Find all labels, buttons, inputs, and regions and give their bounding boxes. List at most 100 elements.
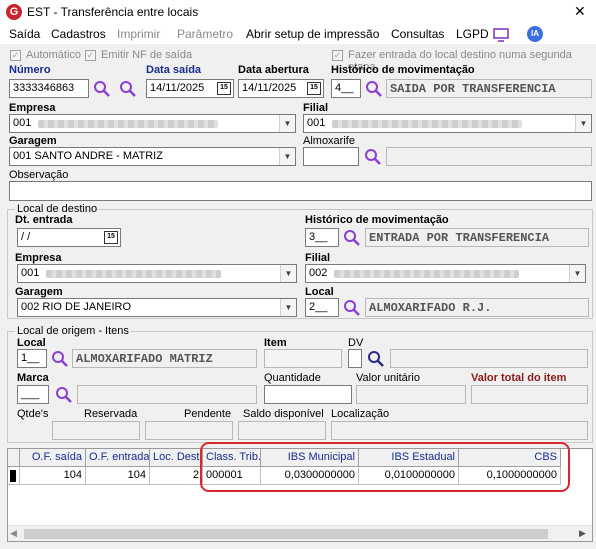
search-dest-local-icon[interactable] bbox=[343, 299, 361, 317]
scrollbar-thumb[interactable] bbox=[24, 529, 548, 539]
menu-parametro[interactable]: Parâmetro bbox=[177, 27, 233, 41]
search-dest-historico-icon[interactable] bbox=[343, 229, 361, 247]
marca-label: Marca bbox=[17, 372, 49, 384]
calendar-icon[interactable]: 15 bbox=[104, 231, 118, 244]
valor-unitario-field bbox=[356, 385, 466, 404]
almoxarife-desc-field bbox=[386, 147, 592, 166]
cell-of-saida[interactable]: 104 bbox=[20, 467, 86, 485]
numero-label: Número bbox=[9, 64, 51, 76]
dest-garagem-select[interactable]: 002 RIO DE JANEIRO ▼ bbox=[17, 298, 297, 317]
menu-lgpd[interactable]: LGPD bbox=[456, 27, 489, 41]
dt-entrada-input[interactable]: / / 15 bbox=[17, 228, 121, 247]
menu-imprimir[interactable]: Imprimir bbox=[117, 27, 160, 41]
window-title: EST - Transferência entre locais bbox=[27, 5, 199, 19]
localizacao-field bbox=[331, 421, 588, 440]
menu-saida[interactable]: Saída bbox=[9, 27, 40, 41]
historico-desc-field: SAIDA POR TRANSFERENCIA bbox=[386, 79, 592, 98]
search-item-icon[interactable] bbox=[367, 350, 385, 368]
chevron-down-icon[interactable]: ▼ bbox=[575, 115, 591, 132]
quantidade-input[interactable] bbox=[264, 385, 352, 404]
search-historico-icon[interactable] bbox=[365, 80, 383, 98]
close-icon[interactable]: ✕ bbox=[574, 3, 586, 20]
scroll-right-icon[interactable]: ▶ bbox=[579, 528, 586, 539]
menu-cadastros[interactable]: Cadastros bbox=[51, 27, 106, 41]
saldo-field bbox=[238, 421, 326, 440]
chevron-down-icon[interactable]: ▼ bbox=[569, 265, 585, 282]
search-numero-alt-icon[interactable] bbox=[119, 80, 137, 98]
ia-icon[interactable]: IA bbox=[527, 26, 543, 42]
dest-local-label: Local bbox=[305, 286, 334, 298]
search-orig-local-icon[interactable] bbox=[51, 350, 69, 368]
item-desc-field bbox=[390, 349, 588, 368]
dest-filial-select[interactable]: 002 ▼ bbox=[305, 264, 586, 283]
marca-desc-field bbox=[77, 385, 257, 404]
segunda-etapa-checkbox[interactable]: ✓ bbox=[332, 50, 343, 61]
dest-filial-value: 002 bbox=[309, 267, 328, 279]
origem-group-label: Local de origem - Itens bbox=[15, 325, 131, 337]
emitir-nf-checkbox[interactable]: ✓ bbox=[85, 50, 96, 61]
almoxarife-label: Almoxarife bbox=[303, 135, 355, 147]
menu-consultas[interactable]: Consultas bbox=[391, 27, 444, 41]
chevron-down-icon[interactable]: ▼ bbox=[280, 265, 296, 282]
cell-loc-dest[interactable]: 2 bbox=[150, 467, 203, 485]
reservada-label: Reservada bbox=[84, 408, 138, 420]
data-saida-input[interactable]: 14/11/2025 15 bbox=[146, 79, 234, 98]
dest-historico-code-input[interactable]: 3__ bbox=[305, 228, 339, 247]
col-of-saida[interactable]: O.F. saída bbox=[20, 449, 86, 467]
col-of-entrada[interactable]: O.F. entrada bbox=[86, 449, 150, 467]
search-numero-icon[interactable] bbox=[93, 80, 111, 98]
app-logo-icon: G bbox=[6, 4, 22, 20]
dv-label: DV bbox=[348, 337, 364, 349]
garagem-label: Garagem bbox=[9, 135, 57, 147]
filial-label: Filial bbox=[303, 102, 329, 114]
valor-unitario-label: Valor unitário bbox=[356, 372, 420, 384]
garagem-value: 001 SANTO ANDRE - MATRIZ bbox=[13, 150, 163, 162]
data-abertura-input[interactable]: 14/11/2025 15 bbox=[238, 79, 324, 98]
almoxarife-input[interactable] bbox=[303, 147, 359, 166]
data-saida-value: 14/11/2025 bbox=[150, 82, 205, 94]
cell-of-entrada[interactable]: 104 bbox=[86, 467, 150, 485]
search-marca-icon[interactable] bbox=[55, 386, 73, 404]
empresa-select[interactable]: 001 ▼ bbox=[9, 114, 296, 133]
dt-entrada-label: Dt. entrada bbox=[15, 214, 73, 226]
chevron-down-icon[interactable]: ▼ bbox=[279, 115, 295, 132]
dt-entrada-value: / / bbox=[21, 231, 31, 243]
garagem-select[interactable]: 001 SANTO ANDRE - MATRIZ ▼ bbox=[9, 147, 296, 166]
marca-input[interactable]: ___ bbox=[17, 385, 49, 404]
saldo-label: Saldo disponível bbox=[243, 408, 324, 420]
chevron-down-icon[interactable]: ▼ bbox=[279, 148, 295, 165]
chevron-down-icon[interactable]: ▼ bbox=[280, 299, 296, 316]
scroll-left-icon[interactable]: ◀ bbox=[10, 528, 17, 539]
item-input[interactable] bbox=[264, 349, 342, 368]
dv-input[interactable] bbox=[348, 349, 362, 368]
dest-empresa-value: 001 bbox=[21, 267, 40, 279]
filial-value: 001 bbox=[307, 117, 326, 129]
orig-local-code-input[interactable]: 1__ bbox=[17, 349, 47, 368]
localizacao-label: Localização bbox=[331, 408, 390, 420]
dest-empresa-label: Empresa bbox=[15, 252, 62, 264]
filial-select[interactable]: 001 ▼ bbox=[303, 114, 592, 133]
calendar-icon[interactable]: 15 bbox=[307, 82, 321, 95]
calendar-icon[interactable]: 15 bbox=[217, 82, 231, 95]
grid-corner bbox=[8, 449, 20, 467]
historico-code-input[interactable]: 4__ bbox=[331, 79, 361, 98]
monitor-icon[interactable] bbox=[493, 28, 509, 42]
dest-empresa-select[interactable]: 001 ▼ bbox=[17, 264, 297, 283]
orig-local-label: Local bbox=[17, 337, 46, 349]
dest-local-code-input[interactable]: 2__ bbox=[305, 298, 339, 317]
col-loc-dest[interactable]: Loc. Dest bbox=[150, 449, 203, 467]
qtdes-label: Qtde's bbox=[17, 408, 49, 420]
observacao-input[interactable] bbox=[9, 181, 592, 201]
numero-input[interactable]: 3333346863 bbox=[9, 79, 89, 98]
menu-abrir-setup[interactable]: Abrir setup de impressão bbox=[246, 27, 379, 41]
automatico-label: Automático bbox=[26, 49, 82, 61]
horizontal-scrollbar[interactable]: ◀ ▶ bbox=[8, 525, 592, 541]
item-label: Item bbox=[264, 337, 287, 349]
row-indicator[interactable] bbox=[8, 467, 20, 485]
highlight-box bbox=[200, 442, 570, 492]
search-almoxarife-icon[interactable] bbox=[364, 148, 382, 166]
dest-historico-desc-field: ENTRADA POR TRANSFERENCIA bbox=[365, 228, 589, 247]
automatico-checkbox[interactable]: ✓ bbox=[10, 50, 21, 61]
valor-total-label: Valor total do item bbox=[471, 372, 567, 384]
empresa-value: 001 bbox=[13, 117, 32, 129]
